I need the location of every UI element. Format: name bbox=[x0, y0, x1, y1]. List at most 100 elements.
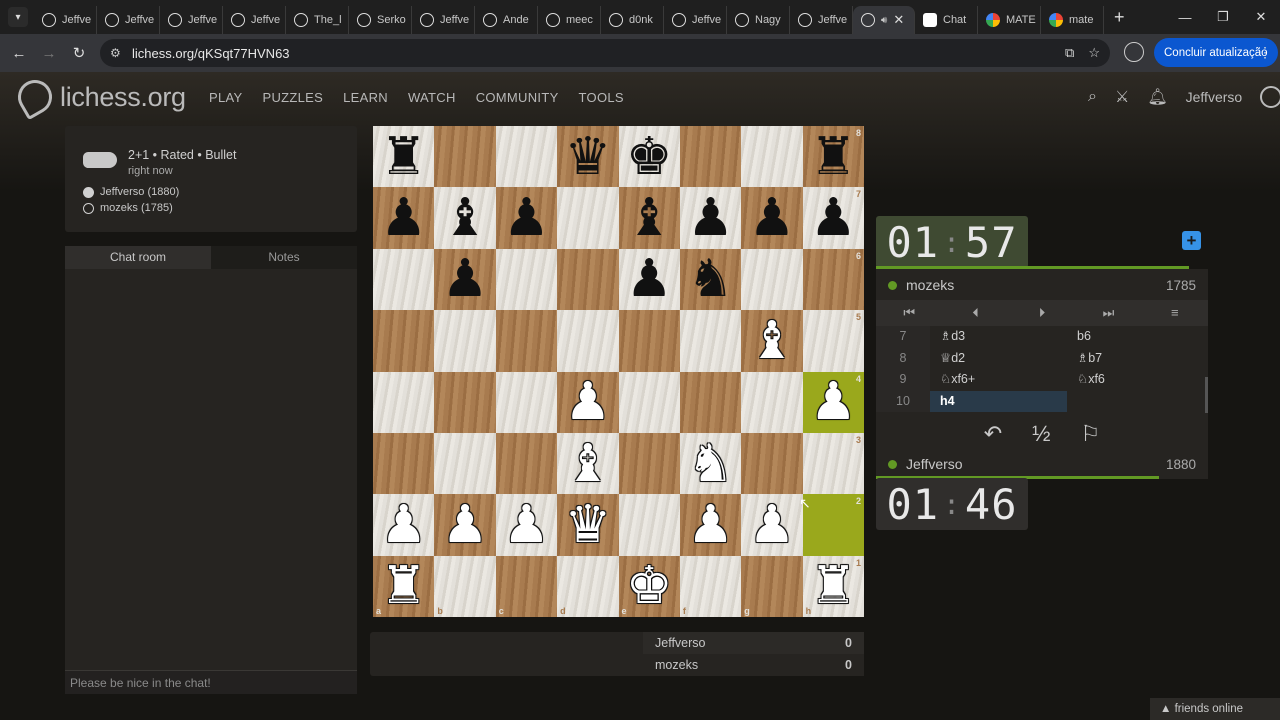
black-pawn-icon[interactable]: ♟ bbox=[503, 192, 550, 244]
square-e2[interactable] bbox=[618, 494, 680, 556]
browser-tab[interactable]: MATE bbox=[978, 6, 1041, 34]
square-a5[interactable] bbox=[373, 310, 435, 372]
chess-board[interactable]: ♜ ♛ ♚ ♜ 8 ♟ ♝ ♟ ♝ ♟ ♟ ♟ 7 ♟ ♟ ♞ 6 ♝ 5 ♟ ♟ 4 ♝ ♞ 3 ♟ ♟ ♟ ♛ ♟ ♟ 2 ♜ a b c d ♚ e f… bbox=[373, 126, 864, 617]
browser-tab[interactable]: Jeffve bbox=[223, 6, 286, 34]
square-e8[interactable]: ♚ bbox=[618, 126, 680, 188]
square-a6[interactable] bbox=[373, 248, 435, 311]
square-b5[interactable] bbox=[434, 310, 496, 372]
square-g2[interactable]: ♟ bbox=[741, 494, 803, 556]
reload-button[interactable]: ↻ bbox=[64, 44, 94, 62]
white-king-icon[interactable]: ♚ bbox=[626, 560, 673, 612]
black-queen-icon[interactable]: ♛ bbox=[565, 131, 612, 183]
square-b1[interactable]: b bbox=[434, 555, 496, 617]
square-b2[interactable]: ♟ bbox=[434, 494, 496, 556]
square-b4[interactable] bbox=[434, 371, 496, 433]
square-f2[interactable]: ♟ bbox=[679, 494, 742, 556]
square-g6[interactable] bbox=[741, 248, 803, 311]
white-bishop-icon[interactable]: ♝ bbox=[749, 315, 796, 367]
chat-input[interactable]: Please be nice in the chat! bbox=[65, 670, 357, 694]
browser-tab[interactable]: Serko bbox=[349, 6, 412, 34]
white-player-info[interactable]: Jeffverso (1880) bbox=[83, 186, 179, 198]
browser-tab[interactable]: Jeffve bbox=[34, 6, 97, 34]
square-e6[interactable]: ♟ bbox=[618, 248, 680, 311]
square-e5[interactable] bbox=[618, 310, 680, 372]
black-rook-icon[interactable]: ♜ bbox=[810, 131, 857, 183]
square-d3[interactable]: ♝ bbox=[557, 432, 619, 495]
browser-tab[interactable]: Jeffve bbox=[412, 6, 475, 34]
white-pawn-icon[interactable]: ♟ bbox=[687, 499, 734, 551]
white-pawn-icon[interactable]: ♟ bbox=[565, 376, 612, 428]
site-logo[interactable]: lichess.org bbox=[11, 73, 186, 121]
black-bishop-icon[interactable]: ♝ bbox=[442, 192, 489, 244]
browser-tab[interactable]: mate bbox=[1041, 6, 1104, 34]
back-button[interactable]: ← bbox=[4, 45, 34, 62]
browser-tab[interactable]: meec bbox=[538, 6, 601, 34]
square-b7[interactable]: ♝ bbox=[434, 187, 496, 249]
square-d7[interactable] bbox=[557, 187, 619, 249]
nav-learn[interactable]: LEARN bbox=[343, 90, 388, 105]
close-tab-icon[interactable]: ✕ bbox=[893, 12, 904, 28]
white-move[interactable]: h4 bbox=[930, 390, 1067, 412]
move-list-scrollbar[interactable] bbox=[1205, 377, 1208, 413]
browser-tab[interactable]: Jeffve bbox=[664, 6, 727, 34]
browser-tab[interactable]: 🔊︎ ✕ bbox=[853, 6, 915, 34]
restore-button[interactable]: ❐ bbox=[1204, 0, 1242, 34]
square-h4[interactable]: ♟ 4 bbox=[802, 371, 864, 433]
black-pawn-icon[interactable]: ♟ bbox=[626, 253, 673, 305]
square-d5[interactable] bbox=[557, 310, 619, 372]
square-d4[interactable]: ♟ bbox=[557, 371, 619, 433]
white-queen-icon[interactable]: ♛ bbox=[565, 499, 612, 551]
friends-online-button[interactable]: ▲ friends online bbox=[1150, 698, 1280, 720]
square-d1[interactable]: d bbox=[557, 555, 619, 617]
audio-playing-icon[interactable]: 🔊︎ bbox=[881, 15, 887, 26]
square-e7[interactable]: ♝ bbox=[618, 187, 680, 249]
square-h8[interactable]: ♜ 8 bbox=[802, 126, 864, 188]
last-move-icon[interactable]: ⏭ bbox=[1075, 300, 1141, 326]
white-move[interactable]: ♗d3 bbox=[930, 326, 1067, 348]
square-f5[interactable] bbox=[679, 310, 742, 372]
square-c3[interactable] bbox=[495, 432, 558, 495]
square-b6[interactable]: ♟ bbox=[434, 248, 496, 311]
black-king-icon[interactable]: ♚ bbox=[626, 131, 673, 183]
black-pawn-icon[interactable]: ♟ bbox=[442, 253, 489, 305]
black-pawn-icon[interactable]: ♟ bbox=[749, 192, 796, 244]
square-d8[interactable]: ♛ bbox=[557, 126, 619, 188]
player-name[interactable]: Jeffverso bbox=[906, 456, 963, 472]
bookmark-star-icon[interactable]: ☆ bbox=[1088, 45, 1100, 61]
square-g3[interactable] bbox=[741, 432, 803, 495]
add-time-button[interactable]: + bbox=[1182, 231, 1201, 250]
square-f3[interactable]: ♞ bbox=[679, 432, 742, 495]
browser-tab[interactable]: Nagy bbox=[727, 6, 790, 34]
square-b8[interactable] bbox=[434, 126, 496, 188]
search-icon[interactable]: ⌕ bbox=[1088, 88, 1097, 106]
square-g7[interactable]: ♟ bbox=[741, 187, 803, 249]
square-c2[interactable]: ♟ bbox=[495, 494, 558, 556]
square-b3[interactable] bbox=[434, 432, 496, 495]
url-field[interactable]: ⚙ lichess.org/qKSqt77HVN63 ⧉ ☆ bbox=[100, 39, 1110, 67]
square-a3[interactable] bbox=[373, 432, 435, 495]
square-c8[interactable] bbox=[495, 126, 558, 188]
menu-icon[interactable]: ≡ bbox=[1142, 300, 1208, 326]
white-rook-icon[interactable]: ♜ bbox=[810, 560, 857, 612]
square-h5[interactable]: 5 bbox=[802, 310, 864, 372]
black-knight-icon[interactable]: ♞ bbox=[687, 253, 734, 305]
square-e1[interactable]: ♚ e bbox=[618, 555, 680, 617]
next-move-icon[interactable]: ⏵ bbox=[1009, 300, 1075, 326]
black-bishop-icon[interactable]: ♝ bbox=[626, 192, 673, 244]
prev-move-icon[interactable]: ⏴ bbox=[942, 300, 1008, 326]
square-g5[interactable]: ♝ bbox=[741, 310, 803, 372]
square-g1[interactable]: g bbox=[741, 555, 803, 617]
square-f7[interactable]: ♟ bbox=[679, 187, 742, 249]
notifications-bell-icon[interactable]: 🔔︎ bbox=[1147, 87, 1167, 107]
browser-tab[interactable]: Chat bbox=[915, 6, 978, 34]
square-c5[interactable] bbox=[495, 310, 558, 372]
user-avatar-icon[interactable] bbox=[1260, 86, 1280, 108]
square-c4[interactable] bbox=[495, 371, 558, 433]
white-rook-icon[interactable]: ♜ bbox=[380, 560, 427, 612]
white-knight-icon[interactable]: ♞ bbox=[687, 438, 734, 490]
install-app-icon[interactable]: ⧉ bbox=[1065, 45, 1074, 61]
square-c1[interactable]: c bbox=[495, 555, 558, 617]
square-d6[interactable] bbox=[557, 248, 619, 311]
square-c6[interactable] bbox=[495, 248, 558, 311]
white-pawn-icon[interactable]: ♟ bbox=[749, 499, 796, 551]
